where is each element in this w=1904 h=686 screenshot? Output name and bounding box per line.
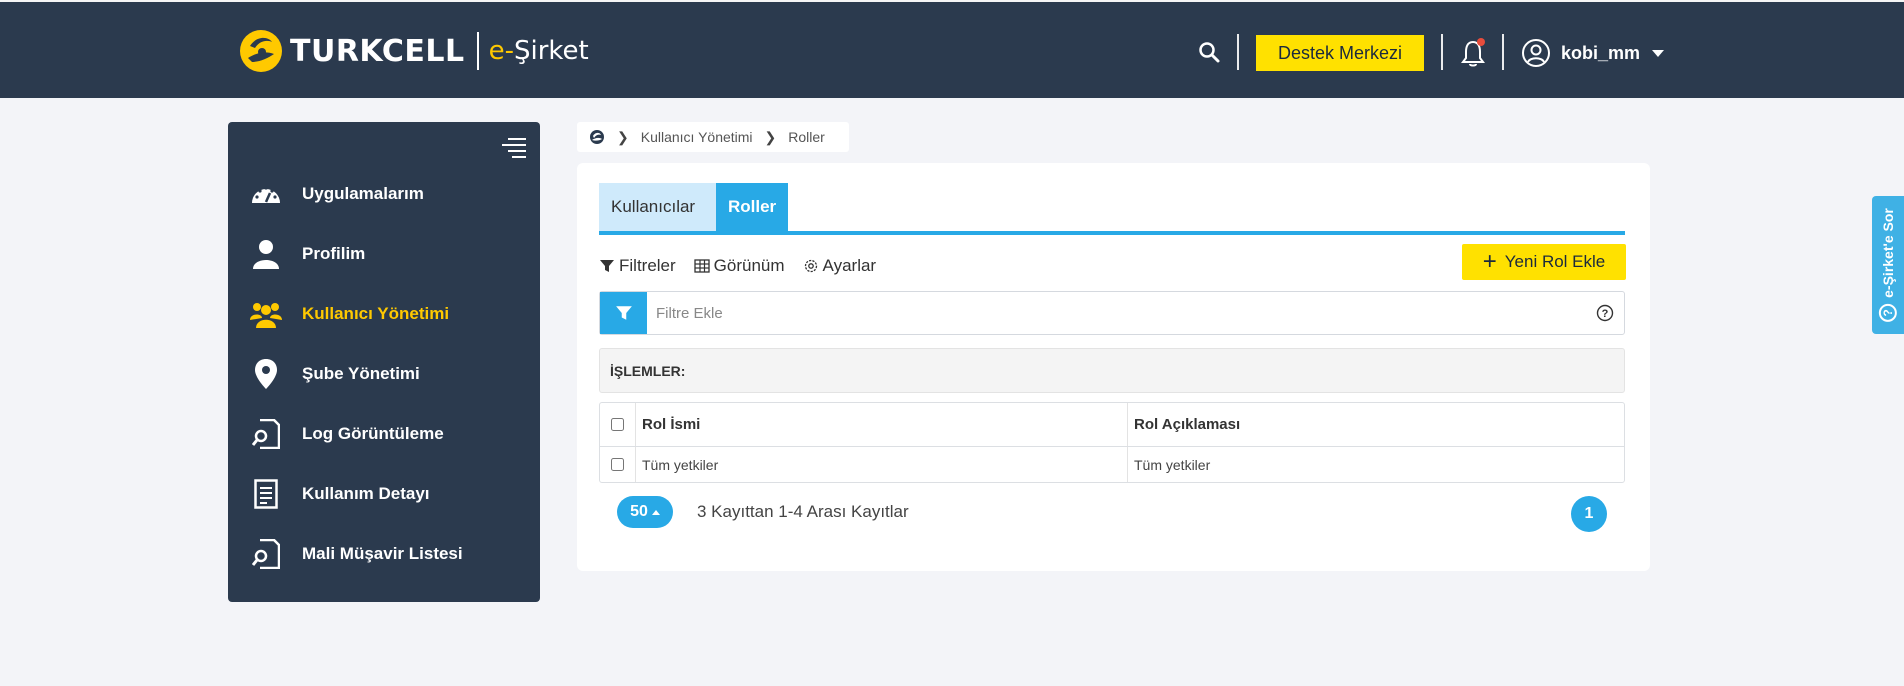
plus-icon: + (1482, 248, 1497, 275)
operations-label: İŞLEMLER: (610, 362, 686, 379)
view-button[interactable]: Görünüm (694, 256, 785, 276)
row-checkbox[interactable] (611, 458, 624, 471)
filter-input[interactable] (647, 293, 1596, 333)
row-checkbox-cell (600, 447, 636, 482)
filter-toggle-button[interactable] (600, 292, 647, 334)
sidebar-item-profile[interactable]: Profilim (228, 224, 540, 284)
sidebar-item-label: Uygulamalarım (302, 184, 424, 203)
sidebar-item-label: Log Görüntüleme (302, 424, 444, 443)
header-divider (1237, 34, 1239, 70)
role-name-cell: Tüm yetkiler (636, 447, 1128, 482)
table-row[interactable]: Tüm yetkiler Tüm yetkiler (600, 447, 1624, 482)
document-list-icon (248, 476, 284, 512)
sidebar-item-log-viewing[interactable]: Log Görüntüleme (228, 404, 540, 464)
ask-eshirket-content: ? e-Şirket'e Sor (1879, 208, 1898, 322)
users-icon (248, 296, 284, 332)
settings-label: Ayarlar (822, 256, 877, 275)
turkcell-logo-icon (240, 30, 282, 72)
sidebar-item-applications[interactable]: Uygulamalarım (228, 164, 540, 224)
document-search-icon (248, 416, 284, 452)
help-icon[interactable]: ? (1596, 304, 1614, 322)
sidebar-item-user-management[interactable]: Kullanıcı Yönetimi (228, 284, 540, 344)
view-label: Görünüm (713, 256, 785, 275)
breadcrumb-item-user-management[interactable]: Kullanıcı Yönetimi (641, 129, 753, 145)
hamburger-menu-icon[interactable] (502, 136, 526, 158)
chevron-up-icon (651, 509, 660, 515)
sidebar-item-branch-management[interactable]: Şube Yönetimi (228, 344, 540, 404)
page-button-1[interactable]: 1 (1571, 496, 1607, 532)
header-divider (1502, 34, 1504, 70)
roles-table: Rol İsmi Rol Açıklaması Tüm yetkiler Tüm… (599, 402, 1625, 483)
column-header-role-description[interactable]: Rol Açıklaması (1128, 403, 1624, 446)
question-icon: ? (1879, 303, 1898, 322)
record-info: 3 Kayıttan 1-4 Arası Kayıtlar (697, 502, 909, 521)
sidebar-item-label: Şube Yönetimi (302, 364, 420, 383)
home-logo-icon[interactable] (589, 129, 605, 145)
filters-button[interactable]: Filtreler (599, 256, 676, 276)
filters-label: Filtreler (619, 256, 676, 275)
column-header-role-name[interactable]: Rol İsmi (636, 403, 1128, 446)
tab-roles[interactable]: Roller (716, 183, 788, 231)
sidebar-item-label: Profilim (302, 244, 366, 263)
svg-text:?: ? (1602, 308, 1609, 320)
ask-eshirket-label: e-Şirket'e Sor (1880, 208, 1897, 298)
notification-dot (1477, 38, 1485, 46)
chevron-right-icon: ❯ (617, 128, 629, 145)
chevron-right-icon: ❯ (764, 128, 777, 145)
sidebar-item-label: Kullanım Detayı (302, 484, 430, 503)
filter-icon (615, 306, 632, 320)
user-icon (248, 236, 284, 272)
operations-bar: İŞLEMLER: (599, 348, 1625, 393)
filter-icon (600, 260, 614, 272)
table-header-row: Rol İsmi Rol Açıklaması (600, 403, 1624, 447)
tab-users[interactable]: Kullanıcılar (599, 183, 716, 231)
add-role-label: Yeni Rol Ekle (1504, 252, 1606, 271)
sidebar: Uygulamalarım Profilim Kullanıcı Yönetim… (228, 122, 540, 602)
add-role-button[interactable]: + Yeni Rol Ekle (1462, 244, 1626, 280)
select-all-checkbox[interactable] (611, 418, 624, 431)
sidebar-item-usage-detail[interactable]: Kullanım Detayı (228, 464, 540, 524)
product-name: e-Şirket (488, 36, 589, 66)
grid-toolbar: Filtreler Görünüm Ayarlar (599, 253, 894, 279)
role-description-cell: Tüm yetkiler (1134, 456, 1211, 473)
tab-bar: Kullanıcılar Roller (599, 183, 1625, 235)
location-pin-icon (248, 356, 284, 392)
user-menu[interactable]: kobi_mm (1521, 35, 1665, 71)
sidebar-item-financial-advisor-list[interactable]: Mali Müşavir Listesi (228, 524, 540, 584)
dashboard-icon (248, 176, 284, 212)
logo-divider (476, 32, 479, 70)
breadcrumb: ❯ Kullanıcı Yönetimi ❯ Roller (577, 122, 849, 152)
sidebar-item-label: Mali Müşavir Listesi (302, 544, 463, 563)
search-icon[interactable] (1197, 40, 1221, 64)
page-size-selector[interactable]: 50 (617, 496, 673, 528)
header-checkbox-cell (600, 403, 636, 446)
page-size-value: 50 (630, 503, 648, 520)
top-header: TURKCELL e-Şirket Destek Merkezi kobi_mm (0, 0, 1904, 98)
settings-button[interactable]: Ayarlar (803, 256, 877, 276)
gear-icon (804, 259, 817, 273)
sidebar-item-label: Kullanıcı Yönetimi (302, 304, 450, 323)
ask-eshirket-tab[interactable]: ? e-Şirket'e Sor (1872, 196, 1904, 334)
table-icon (694, 259, 710, 273)
user-name: kobi_mm (1561, 42, 1641, 63)
roles-card: Kullanıcılar Roller Filtreler Görünüm Ay… (577, 163, 1650, 571)
filter-bar: ? (599, 291, 1625, 335)
breadcrumb-item-roles: Roller (788, 129, 825, 145)
user-avatar-icon (1522, 39, 1550, 67)
sidebar-menu: Uygulamalarım Profilim Kullanıcı Yönetim… (228, 164, 540, 584)
header-divider (1441, 34, 1443, 70)
support-center-button[interactable]: Destek Merkezi (1256, 35, 1424, 71)
turkcell-logo[interactable]: TURKCELL e-Şirket (238, 26, 589, 76)
document-search-icon (248, 536, 284, 572)
brand-name: TURKCELL (290, 33, 465, 69)
pagination-bar: 50 3 Kayıttan 1-4 Arası Kayıtlar 1 (617, 496, 1607, 532)
chevron-down-icon (1652, 49, 1665, 57)
notification-bell-icon[interactable] (1459, 38, 1487, 68)
